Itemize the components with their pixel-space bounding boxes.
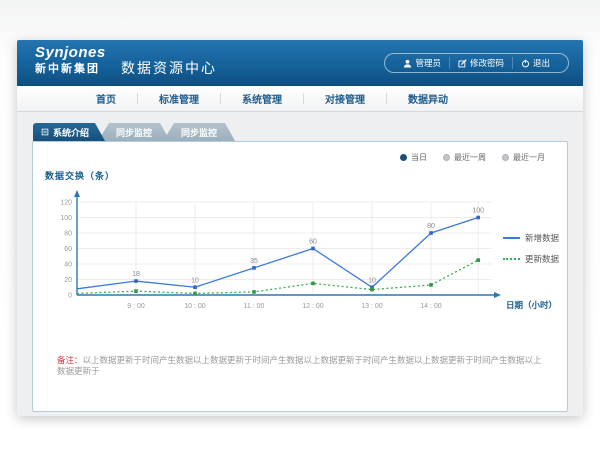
y-tick-label: 20: [64, 277, 72, 284]
nav-item-1[interactable]: 标准管理: [138, 91, 220, 106]
data-point-label: 10: [368, 277, 376, 284]
data-point: [193, 285, 197, 289]
user-menu-user[interactable]: 管理员: [395, 57, 449, 69]
user-icon: [403, 59, 412, 68]
data-point: [476, 216, 480, 220]
data-point-label: 18: [132, 271, 140, 278]
nav-item-0[interactable]: 首页: [75, 91, 137, 106]
data-point-label: 60: [309, 239, 317, 246]
radio-option-2[interactable]: 最近一月: [502, 152, 545, 163]
power-icon: [521, 59, 530, 68]
logo-primary: Synjones: [35, 45, 106, 60]
legend-line-sample: [503, 258, 520, 260]
data-point: [429, 283, 433, 287]
logo-secondary: 新中新集团: [35, 64, 106, 75]
y-tick-label: 60: [64, 246, 72, 253]
legend-item-1: 更新数据: [503, 253, 559, 265]
user-menu-edit[interactable]: 修改密码: [449, 57, 512, 69]
y-tick-label: 40: [64, 262, 72, 269]
edit-icon: [458, 59, 467, 68]
nav-item-4[interactable]: 数据异动: [387, 91, 469, 106]
radio-icon: [400, 154, 407, 161]
series-line-0: [77, 218, 478, 289]
data-point: [311, 282, 315, 286]
tab-1[interactable]: 同步监控: [98, 123, 170, 141]
radio-option-0[interactable]: 当日: [400, 152, 427, 163]
data-point: [134, 279, 138, 283]
chart-legend: 新增数据更新数据: [503, 232, 559, 265]
data-point-label: 80: [427, 223, 435, 230]
data-point-label: 35: [250, 258, 258, 265]
tab-2[interactable]: 同步监控: [163, 123, 235, 141]
tab-0[interactable]: 系统介绍: [33, 123, 105, 141]
data-point: [429, 231, 433, 235]
header-bar: Synjones 新中新集团 数据资源中心 管理员修改密码退出: [17, 40, 583, 86]
data-point: [476, 258, 480, 262]
x-tick-label: 12 : 00: [302, 303, 324, 310]
data-point: [134, 289, 138, 293]
logo: Synjones 新中新集团: [35, 45, 106, 75]
data-point: [311, 247, 315, 251]
x-tick-label: 10 : 00: [184, 303, 206, 310]
page-title: 数据资源中心: [121, 58, 217, 78]
tab-bar: 系统介绍同步监控同步监控: [33, 123, 235, 141]
y-tick-label: 120: [60, 200, 72, 207]
user-menu-power[interactable]: 退出: [512, 57, 558, 69]
y-axis-title: 数据交换（条）: [45, 169, 115, 182]
chart-svg: 0 20 40 60 80 100 120 9 : 00 10 : 00 11 : 00 12 : …: [47, 182, 567, 334]
x-axis-title: 日期（小时）: [506, 300, 557, 310]
nav-item-2[interactable]: 系统管理: [221, 91, 303, 106]
radio-icon: [443, 154, 450, 161]
y-axis-arrow: [74, 190, 80, 197]
footnote-label: 备注：: [57, 355, 83, 365]
x-axis-arrow: [494, 292, 501, 298]
app-window: Synjones 新中新集团 数据资源中心 管理员修改密码退出 首页标准管理系统…: [17, 40, 583, 416]
time-range-filter: 当日 最近一周 最近一月: [400, 152, 545, 163]
data-point: [252, 266, 256, 270]
form-icon: [41, 128, 49, 136]
x-tick-label: 9 : 00: [127, 303, 145, 310]
main-nav: 首页标准管理系统管理对接管理数据异动: [17, 86, 583, 112]
footnote-text: 以上数据更新于时间产生数据以上数据更新于时间产生数据以上数据更新于时间产生数据以…: [57, 355, 542, 376]
x-tick-label: 14 : 00: [420, 303, 442, 310]
radio-option-1[interactable]: 最近一周: [443, 152, 486, 163]
data-point: [193, 292, 197, 296]
data-point: [252, 290, 256, 294]
radio-icon: [502, 154, 509, 161]
chart-panel: 当日 最近一周 最近一月 数据交换（条） 0 20 40 60 80 100 120 9 : 00…: [32, 141, 568, 412]
y-tick-label: 100: [60, 215, 72, 222]
data-point: [370, 288, 374, 292]
nav-item-3[interactable]: 对接管理: [304, 91, 386, 106]
data-point-label: 10: [191, 277, 199, 284]
content-area: 系统介绍同步监控同步监控 当日最近一周最近一月 数据交换（条） 02040608…: [17, 113, 583, 416]
x-tick-label: 11 : 00: [244, 303, 265, 310]
y-tick-label: 80: [64, 231, 72, 238]
x-tick-label: 13 : 00: [361, 303, 383, 310]
legend-line-sample: [503, 237, 520, 239]
y-tick-label: 0: [68, 293, 72, 300]
data-point-label: 100: [472, 208, 484, 215]
footnote: 备注：以上数据更新于时间产生数据以上数据更新于时间产生数据以上数据更新于时间产生…: [57, 355, 549, 377]
user-menu: 管理员修改密码退出: [384, 53, 569, 73]
legend-item-0: 新增数据: [503, 232, 559, 244]
